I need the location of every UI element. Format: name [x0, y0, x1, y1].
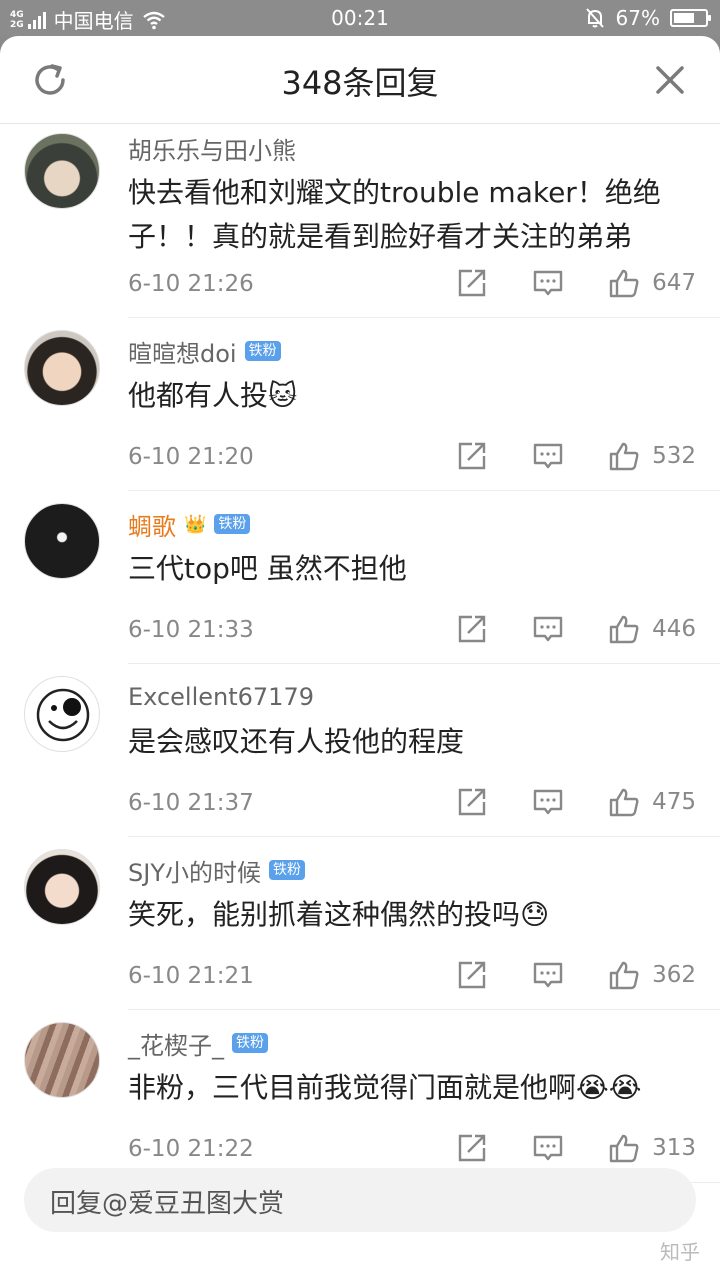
- bell-off-icon: [585, 8, 604, 28]
- reply-input[interactable]: 回复@爱豆丑图大赏: [24, 1168, 696, 1232]
- comment-time: 6-10 21:20: [128, 444, 254, 470]
- avatar[interactable]: [24, 1022, 100, 1098]
- fan-badge: 铁粉: [214, 514, 251, 534]
- comment-actions: 362: [412, 959, 696, 991]
- comment-time: 6-10 21:37: [128, 790, 254, 816]
- reply-icon[interactable]: [532, 267, 564, 299]
- comment-time: 6-10 21:26: [128, 271, 254, 297]
- comment-author[interactable]: _花楔子_: [128, 1026, 224, 1061]
- crown-icon: 👑: [184, 513, 207, 535]
- comment-header: Excellent67179: [128, 682, 314, 712]
- comment-actions: 446: [412, 613, 696, 645]
- comment-header: 胡乐乐与田小熊: [128, 131, 296, 166]
- reply-icon[interactable]: [532, 786, 564, 818]
- battery-fill: [674, 13, 695, 23]
- comment-text: 三代top吧 虽然不担他: [128, 552, 407, 585]
- fan-badge: 铁粉: [232, 1033, 268, 1053]
- comment-text: 是会感叹还有人投他的程度: [128, 725, 465, 758]
- share-icon[interactable]: [456, 959, 488, 991]
- share-icon[interactable]: [456, 786, 488, 818]
- like-icon[interactable]: [608, 1132, 640, 1164]
- like-icon[interactable]: [608, 959, 640, 991]
- like-count: 446: [652, 616, 696, 642]
- like-count: 362: [652, 962, 696, 988]
- comment-time: 6-10 21:21: [128, 963, 254, 989]
- comment-actions: 532: [412, 440, 696, 472]
- sheet-header: 348条回复: [0, 36, 720, 124]
- reply-icon[interactable]: [532, 613, 564, 645]
- comment-actions: 313: [412, 1132, 696, 1164]
- comment-item: 胡乐乐与田小熊 快去看他和刘耀文的trouble maker！绝绝子！！真的就是…: [24, 125, 720, 318]
- comment-author[interactable]: 胡乐乐与田小熊: [128, 131, 296, 166]
- reply-icon[interactable]: [532, 959, 564, 991]
- comment-list: 胡乐乐与田小熊 快去看他和刘耀文的trouble maker！绝绝子！！真的就是…: [0, 125, 720, 1183]
- watermark: 知乎: [660, 1240, 700, 1264]
- comment-author[interactable]: SJY小的时候: [128, 853, 261, 888]
- comment-time: 6-10 21:22: [128, 1136, 254, 1162]
- comment-actions: 475: [412, 786, 696, 818]
- comment-item: 蜩歌 👑 铁粉 三代top吧 虽然不担他 6-10 21:33 446: [24, 491, 720, 664]
- share-icon[interactable]: [456, 1132, 488, 1164]
- comment-text: 非粉，三代目前我觉得门面就是他啊😭😭: [128, 1071, 642, 1104]
- like-count: 313: [652, 1135, 696, 1161]
- smiley-icon: [36, 688, 90, 742]
- comment-text: 他都有人投🐱: [128, 379, 298, 412]
- comment-text: 笑死，能别抓着这种偶然的投吗😓: [128, 898, 550, 931]
- avatar[interactable]: [24, 676, 100, 752]
- avatar[interactable]: [24, 849, 100, 925]
- share-icon[interactable]: [456, 267, 488, 299]
- battery-icon: [670, 9, 711, 27]
- comment-header: 暄暄想doi 铁粉: [128, 334, 281, 369]
- reply-icon[interactable]: [532, 1132, 564, 1164]
- comments-sheet: 348条回复 胡乐乐与田小熊 快去看他和刘耀文的trouble maker！绝绝…: [0, 36, 720, 1280]
- like-count: 475: [652, 789, 696, 815]
- avatar[interactable]: [24, 330, 100, 406]
- like-count: 647: [652, 270, 696, 296]
- comment-item: 暄暄想doi 铁粉 他都有人投🐱 6-10 21:20 532: [24, 318, 720, 491]
- comment-time: 6-10 21:33: [128, 617, 254, 643]
- comment-actions: 647: [412, 267, 696, 299]
- status-bar: 4G 2G 中国电信 00:21 67%: [0, 0, 720, 36]
- comment-item: SJY小的时候 铁粉 笑死，能别抓着这种偶然的投吗😓 6-10 21:21 36…: [24, 837, 720, 1010]
- close-icon[interactable]: [650, 60, 690, 100]
- status-right: 67%: [584, 6, 711, 30]
- like-icon[interactable]: [608, 613, 640, 645]
- like-count: 532: [652, 443, 696, 469]
- comment-author[interactable]: Excellent67179: [128, 683, 314, 711]
- like-icon[interactable]: [608, 440, 640, 472]
- avatar[interactable]: [24, 133, 100, 209]
- page-title: 348条回复: [281, 64, 439, 102]
- comment-text: 快去看他和刘耀文的trouble maker！绝绝子！！真的就是看到脸好看才关注…: [128, 176, 661, 253]
- comment-header: SJY小的时候 铁粉: [128, 853, 305, 888]
- share-icon[interactable]: [456, 440, 488, 472]
- avatar[interactable]: [24, 503, 100, 579]
- comment-header: 蜩歌 👑 铁粉: [128, 507, 251, 542]
- like-icon[interactable]: [608, 267, 640, 299]
- comment-author[interactable]: 蜩歌: [128, 507, 176, 542]
- like-icon[interactable]: [608, 786, 640, 818]
- comment-item: _花楔子_ 铁粉 非粉，三代目前我觉得门面就是他啊😭😭 6-10 21:22 3…: [24, 1010, 720, 1183]
- comment-author[interactable]: 暄暄想doi: [128, 334, 237, 369]
- share-icon[interactable]: [456, 613, 488, 645]
- reply-icon[interactable]: [532, 440, 564, 472]
- reply-placeholder: 回复@爱豆丑图大赏: [50, 1189, 285, 1219]
- comment-header: _花楔子_ 铁粉: [128, 1026, 268, 1061]
- battery-percent: 67%: [615, 6, 660, 30]
- fan-badge: 铁粉: [244, 341, 281, 361]
- comment-item: Excellent67179 是会感叹还有人投他的程度 6-10 21:37 4…: [24, 664, 720, 837]
- fan-badge: 铁粉: [268, 860, 305, 880]
